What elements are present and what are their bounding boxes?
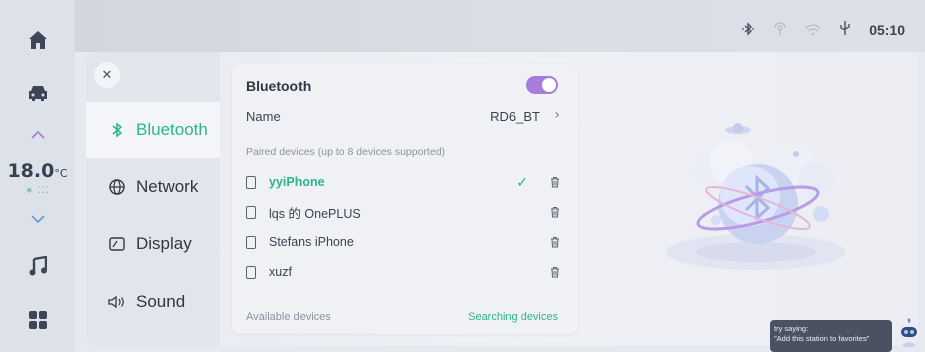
bluetooth-panel: Bluetooth Name RD6_BT › Paired devices (… [232,64,578,334]
temp-down-chevron-icon[interactable] [0,214,75,224]
paired-device-row[interactable]: yyiPhone ✓ [246,172,566,192]
device-name: lqs 的 OnePLUS [269,206,361,221]
device-name: xuzf [269,265,292,279]
trash-icon[interactable] [550,206,560,218]
phone-icon [246,175,256,189]
display-icon [108,237,126,251]
wifi-icon [805,21,821,40]
device-name-label: Name [246,109,281,124]
assistant-tip-line2: "Add this station to favorites" [774,334,870,343]
nav-item-bluetooth[interactable]: Bluetooth [86,102,220,158]
bluetooth-illustration [666,123,846,270]
settings-card: ✕ Bluetooth Network Display Sound Blueto… [86,52,918,346]
bluetooth-toggle[interactable] [526,76,558,94]
left-rail: 18.0°C ∗ ⁚⁚⁚ [0,0,75,352]
speaker-icon [108,295,126,309]
temperature-readout: 18.0°C [0,160,75,182]
paired-device-row[interactable]: Stefans iPhone [246,232,566,252]
music-icon[interactable] [0,256,75,276]
trash-icon[interactable] [550,236,560,248]
home-icon[interactable] [0,30,75,50]
toggle-knob [542,78,556,92]
usb-icon [839,20,851,40]
phone-icon [246,205,256,219]
clock-time: 05:10 [869,22,905,38]
temperature-unit: °C [54,167,68,180]
close-button[interactable]: ✕ [94,62,120,88]
nav-item-label: Display [136,234,192,253]
nav-item-label: Network [136,177,199,196]
panel-title: Bluetooth [246,78,312,94]
assistant-tip: try saying: "Add this station to favorit… [770,320,892,352]
top-status-bar: 05:10 [75,0,925,52]
paired-device-row[interactable]: xuzf [246,262,566,282]
searching-devices-status: Searching devices [468,311,558,323]
nav-item-network[interactable]: Network [86,159,220,215]
paired-devices-title: Paired devices (up to 8 devices supporte… [246,146,446,158]
nav-item-label: Sound [136,292,186,311]
temp-up-chevron-icon[interactable] [0,130,75,140]
phone-icon [246,235,256,249]
car-icon[interactable] [0,84,75,102]
close-icon: ✕ [101,67,113,83]
phone-icon [246,265,256,279]
paired-device-row[interactable]: lqs 的 OnePLUS [246,202,566,222]
fan-level: ∗ ⁚⁚⁚ [25,186,50,196]
hotspot-icon [773,21,787,40]
connected-check-icon: ✓ [516,173,528,190]
nav-item-label: Bluetooth [136,120,208,139]
settings-sidenav: ✕ Bluetooth Network Display Sound [86,52,220,346]
trash-icon[interactable] [550,266,560,278]
trash-icon[interactable] [550,176,560,188]
temperature-value: 18.0 [7,160,55,182]
globe-icon [108,179,126,195]
device-name: Stefans iPhone [269,235,354,249]
apps-grid-icon[interactable] [0,310,75,330]
nav-item-display[interactable]: Display [86,216,220,272]
device-name: yyiPhone [269,175,325,189]
bluetooth-icon [741,21,755,40]
device-name-value[interactable]: RD6_BT [490,109,540,124]
bluetooth-icon [108,122,126,138]
nav-item-sound[interactable]: Sound [86,274,220,330]
available-devices-label: Available devices [246,311,331,323]
assistant-tip-line1: try saying: [774,324,809,333]
voice-assistant-robot-icon[interactable] [896,318,922,348]
chevron-right-icon[interactable]: › [554,107,560,123]
